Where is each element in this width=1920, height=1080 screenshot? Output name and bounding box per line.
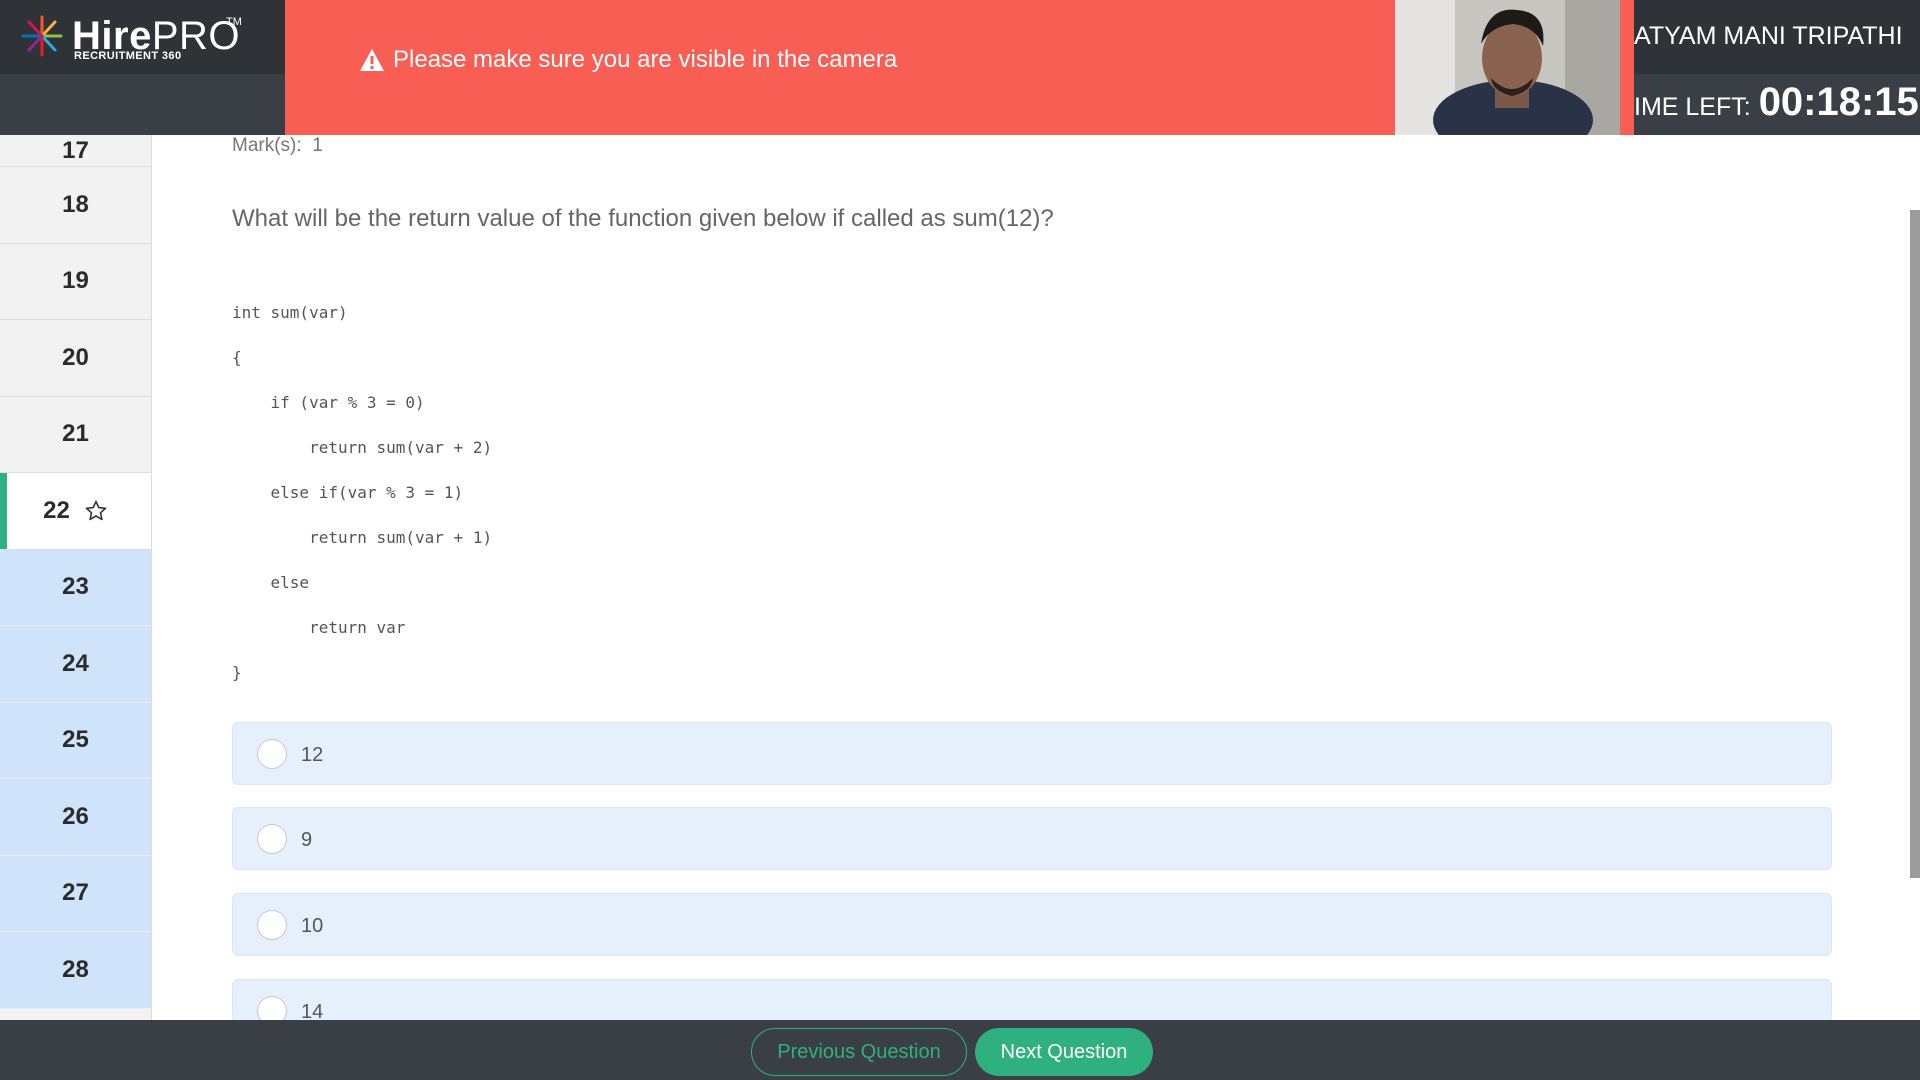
time-left-label: IME LEFT: xyxy=(1634,93,1751,121)
radio-button[interactable] xyxy=(257,910,287,940)
question-nav-item-25[interactable]: 25 xyxy=(0,702,151,779)
question-nav-item-20[interactable]: 20 xyxy=(0,320,151,397)
question-number: 26 xyxy=(62,802,89,830)
question-nav-item-24[interactable]: 24 xyxy=(0,626,151,703)
question-number: 27 xyxy=(62,879,89,907)
answer-option-2[interactable]: 9 xyxy=(232,807,1832,870)
code-line: return var xyxy=(232,618,406,637)
question-panel: Mark(s): 1 What will be the return value… xyxy=(152,135,1920,1020)
logo-tm: TM xyxy=(226,16,242,28)
warning-icon xyxy=(360,49,384,71)
time-left-value: 00:18:15 xyxy=(1758,80,1919,124)
star-icon[interactable] xyxy=(84,499,108,523)
question-nav-item-21[interactable]: 21 xyxy=(0,397,151,473)
camera-alert-edge xyxy=(1620,0,1634,135)
code-line: } xyxy=(232,663,242,682)
code-snippet: int sum(var) { if (var % 3 = 0) return s… xyxy=(232,303,492,708)
radio-button[interactable] xyxy=(257,739,287,769)
answer-option-1[interactable]: 12 xyxy=(232,722,1832,785)
marks-info: Mark(s): 1 xyxy=(232,135,323,157)
question-number: 19 xyxy=(62,267,89,295)
answer-option-4[interactable]: 14 xyxy=(232,979,1832,1020)
hirepro-logo: HirePRO TM RECRUITMENT 360 xyxy=(20,12,260,66)
code-line: int sum(var) xyxy=(232,303,348,322)
question-nav-item-26[interactable]: 26 xyxy=(0,779,151,856)
question-nav-item-23[interactable]: 23 xyxy=(0,549,151,626)
webcam-feed-image xyxy=(1395,0,1620,135)
code-line: return sum(var + 2) xyxy=(232,438,493,457)
question-number: 18 xyxy=(62,190,89,218)
question-number: 21 xyxy=(62,420,89,448)
code-line: if (var % 3 = 0) xyxy=(232,393,425,412)
bottom-nav-bar: Previous Question Next Question xyxy=(0,1020,1920,1080)
alert-text: Please make sure you are visible in the … xyxy=(393,46,898,73)
code-line: else if(var % 3 = 1) xyxy=(232,483,464,502)
option-label: 14 xyxy=(301,1001,324,1020)
question-number: 24 xyxy=(62,649,89,677)
question-number: 20 xyxy=(62,343,89,371)
logo-subtitle: RECRUITMENT 360 xyxy=(74,50,182,62)
radio-button[interactable] xyxy=(257,824,287,854)
option-label: 10 xyxy=(301,915,324,937)
question-nav-item-28[interactable]: 28 xyxy=(0,932,151,1009)
code-line: { xyxy=(232,348,242,367)
question-text: What will be the return value of the fun… xyxy=(232,205,1054,232)
logo-burst-icon xyxy=(21,15,63,57)
candidate-name: ATYAM MANI TRIPATHI xyxy=(1634,22,1903,50)
question-nav-item-17[interactable]: 17 xyxy=(0,135,151,167)
question-navigator: 17 18 19 20 21 22 23 24 25 26 27 28 xyxy=(0,135,152,1020)
webcam-preview xyxy=(1395,0,1620,135)
option-label: 9 xyxy=(301,829,313,851)
question-nav-item-18[interactable]: 18 xyxy=(0,167,151,244)
question-number: 22 xyxy=(43,496,70,524)
marks-label: Mark(s): xyxy=(232,135,302,156)
time-left: IME LEFT: 00:18:15 xyxy=(1634,80,1919,125)
scrollbar[interactable] xyxy=(1910,210,1920,878)
previous-question-button[interactable]: Previous Question xyxy=(751,1028,967,1076)
radio-button[interactable] xyxy=(257,996,287,1020)
question-nav-item-22[interactable]: 22 xyxy=(0,473,151,550)
answer-option-3[interactable]: 10 xyxy=(232,893,1832,956)
question-number: 17 xyxy=(62,136,89,164)
code-line: else xyxy=(232,573,310,592)
question-nav-item-27[interactable]: 27 xyxy=(0,855,151,932)
alert-message: Please make sure you are visible in the … xyxy=(359,46,897,74)
question-nav-item-19[interactable]: 19 xyxy=(0,244,151,320)
question-number: 28 xyxy=(62,955,89,983)
question-number: 25 xyxy=(62,726,89,754)
code-line: return sum(var + 1) xyxy=(232,528,493,547)
option-label: 12 xyxy=(301,744,324,766)
question-number: 23 xyxy=(62,573,89,601)
next-question-button[interactable]: Next Question xyxy=(975,1028,1153,1076)
camera-alert-banner: Please make sure you are visible in the … xyxy=(285,0,1395,135)
marks-value: 1 xyxy=(312,135,323,156)
